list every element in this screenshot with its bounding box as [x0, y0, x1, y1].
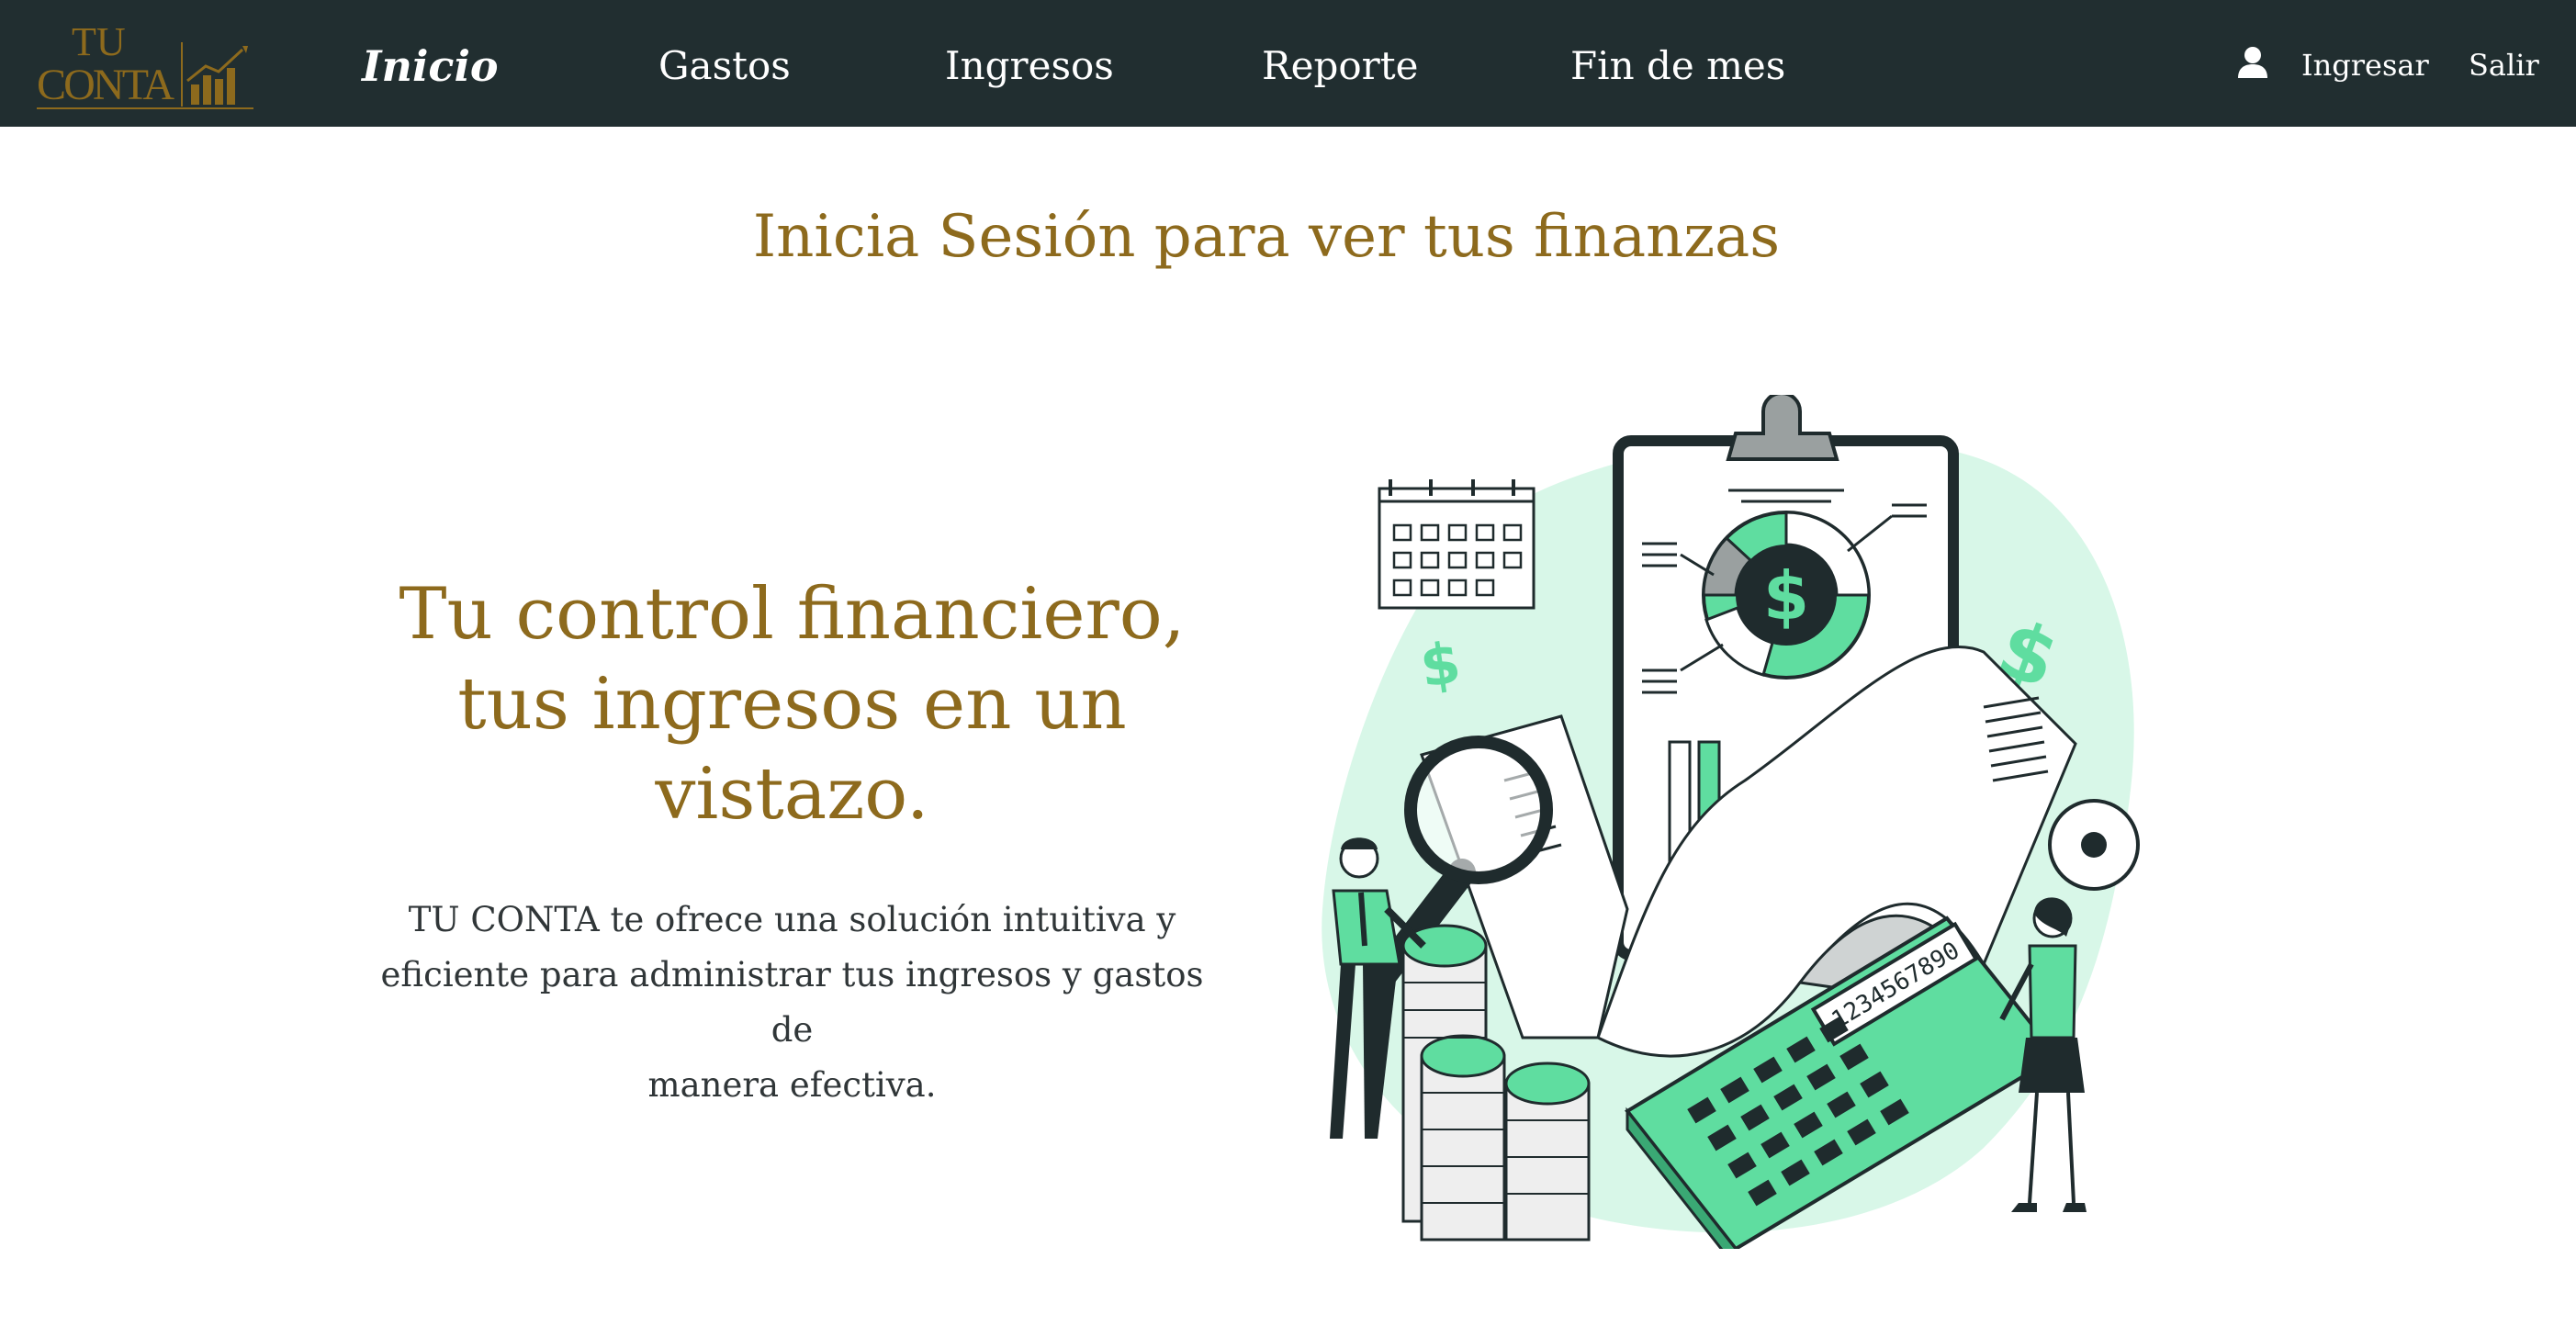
- dollar-sign: $: [1763, 557, 1809, 635]
- hero-heading-line1: Tu control financiero,: [399, 573, 1186, 656]
- nav-gastos[interactable]: Gastos: [658, 39, 791, 94]
- hero-text-line2: eficiente para administrar tus ingresos …: [380, 955, 1204, 1050]
- logo-line1: TU: [72, 19, 126, 64]
- hero-text-line3: manera efectiva.: [647, 1065, 937, 1105]
- hero-heading-line2: tus ingresos en un: [457, 663, 1127, 746]
- nav-ingresos[interactable]: Ingresos: [945, 39, 1114, 94]
- nav-inicio[interactable]: Inicio: [362, 39, 499, 94]
- hero-heading-line3: vistazo.: [655, 753, 929, 836]
- user-icon[interactable]: [2237, 46, 2268, 79]
- nav-reporte[interactable]: Reporte: [1262, 39, 1418, 94]
- hero-heading: Tu control financiero, tus ingresos en u…: [349, 569, 1235, 839]
- top-navbar: TU CONTA Inicio Gastos Ingresos Reporte …: [0, 0, 2576, 127]
- tu-conta-logo[interactable]: TU CONTA: [28, 15, 257, 114]
- nav-fin-de-mes[interactable]: Fin de mes: [1570, 39, 1785, 94]
- login-link[interactable]: Ingresar: [2301, 46, 2429, 84]
- hero-text-line1: TU CONTA te ofrece una solución intuitiv…: [408, 900, 1176, 939]
- logout-link[interactable]: Salir: [2469, 46, 2539, 84]
- logo-line2: CONTA: [37, 61, 174, 109]
- finance-illustration: $ $ $ 1234567890: [1322, 395, 2140, 1249]
- hero-description: TU CONTA te ofrece una solución intuitiv…: [367, 893, 1217, 1113]
- page-title: Inicia Sesión para ver tus finanzas: [752, 203, 1781, 271]
- calendar-icon: [1378, 479, 1535, 610]
